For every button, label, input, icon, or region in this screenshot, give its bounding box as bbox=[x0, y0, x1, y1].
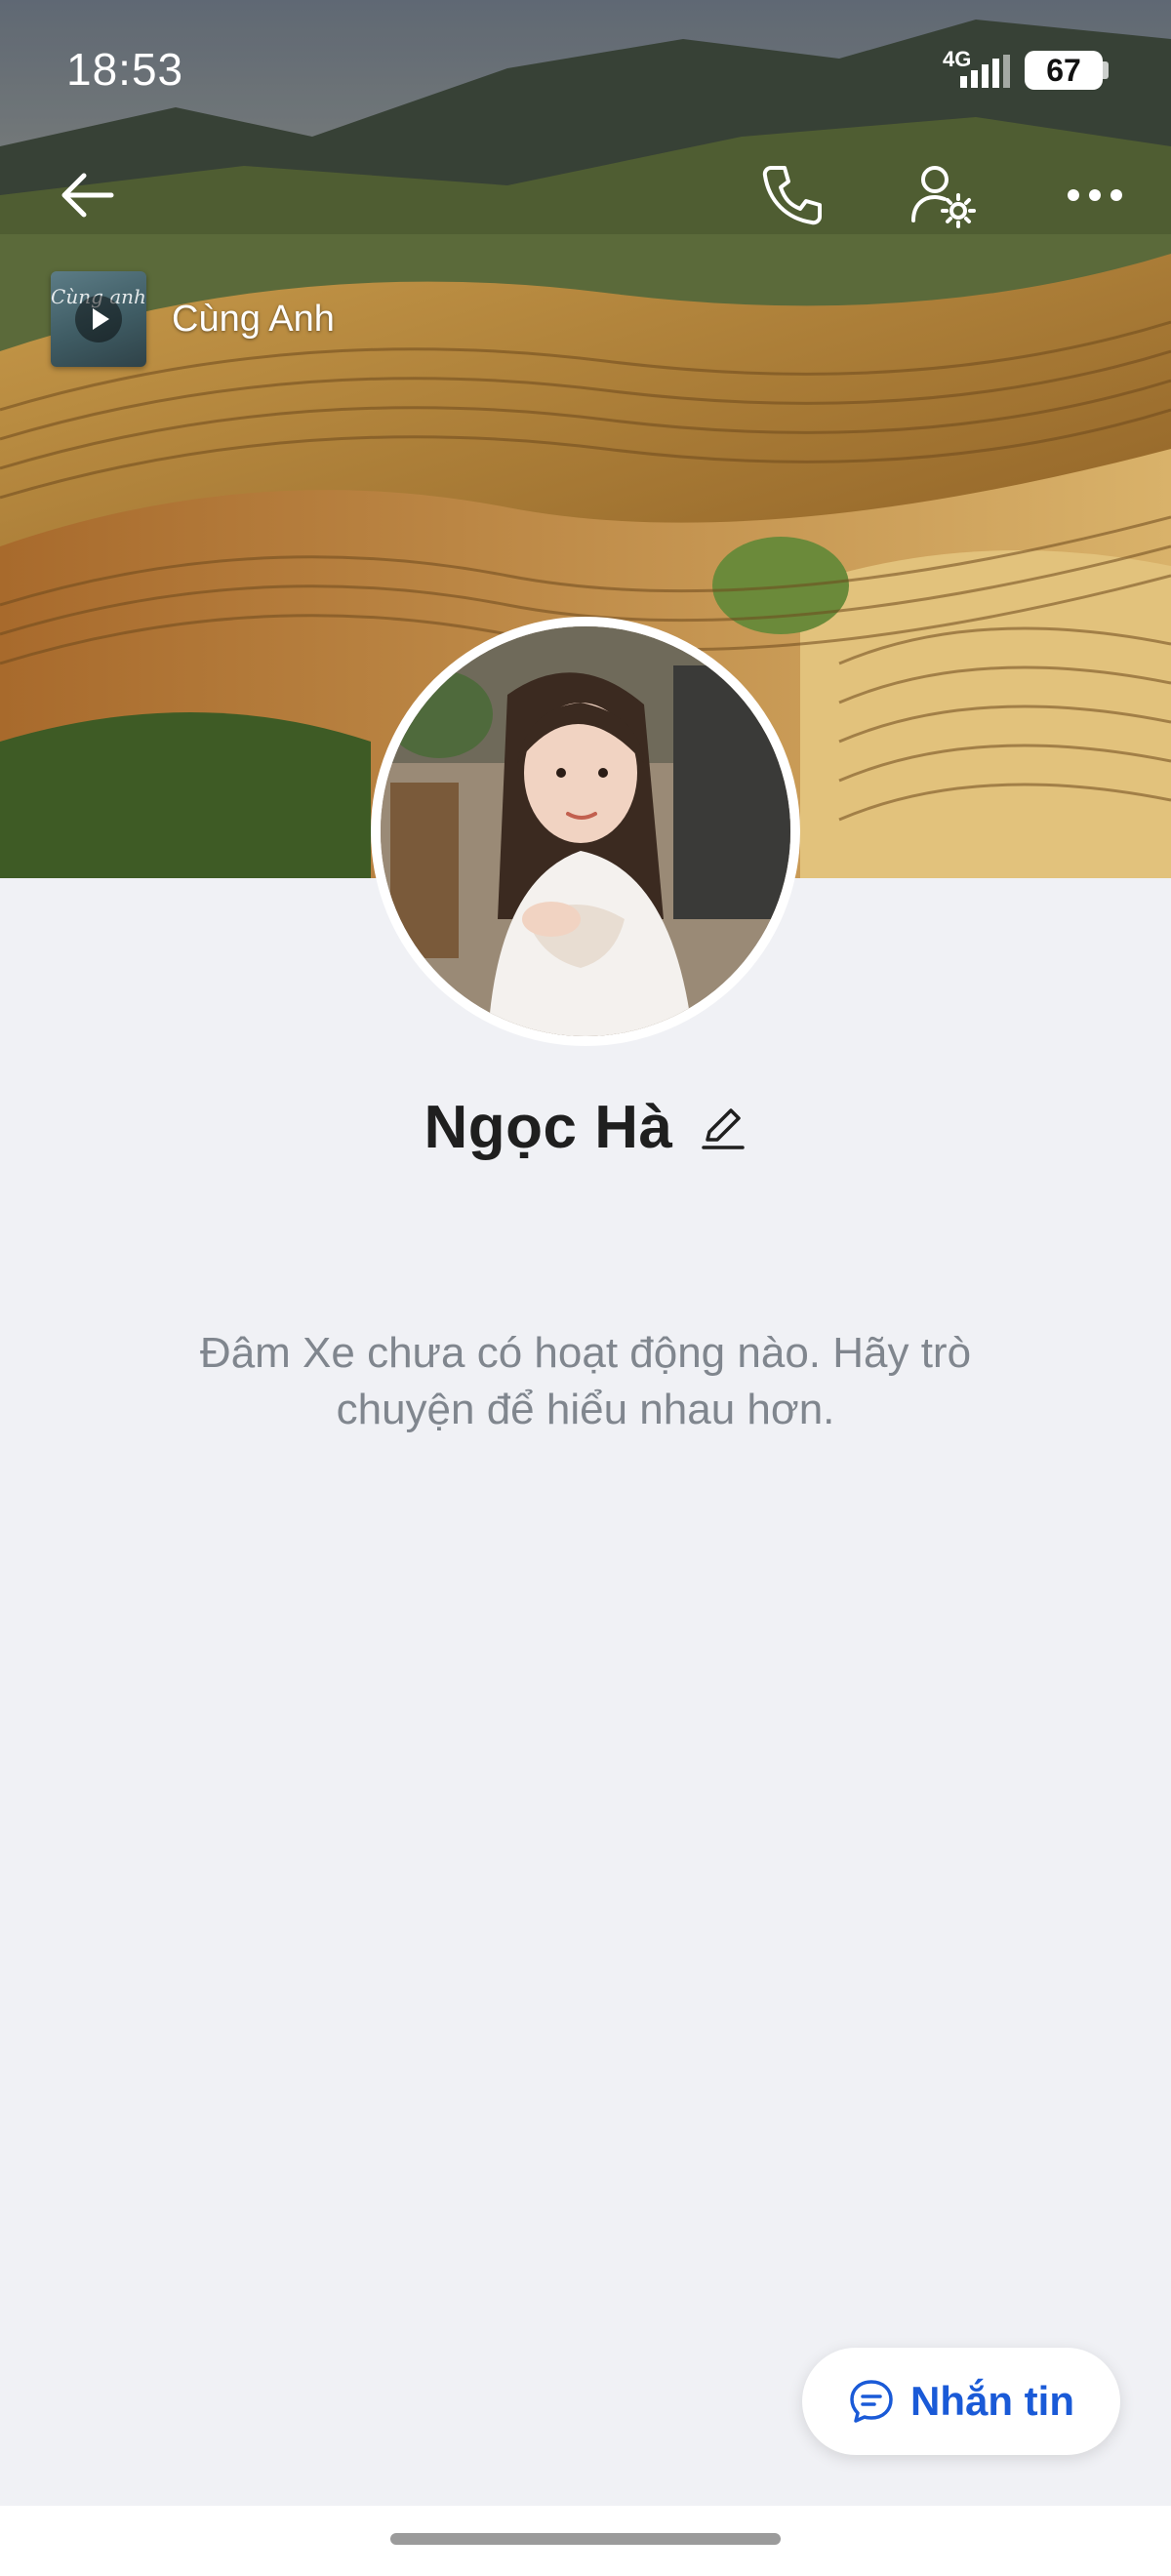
more-horizontal-icon bbox=[1068, 189, 1122, 201]
profile-screen: 18:53 4G 67 Cùng anh Cùng Anh Ngọc Hà Đâ… bbox=[0, 0, 1171, 2576]
call-button[interactable] bbox=[746, 148, 839, 242]
user-settings-icon bbox=[911, 166, 976, 228]
profile-avatar[interactable] bbox=[371, 617, 800, 1046]
music-album-thumbnail: Cùng anh bbox=[51, 271, 146, 367]
profile-settings-button[interactable] bbox=[896, 148, 989, 242]
music-title: Cùng Anh bbox=[172, 298, 335, 340]
battery-tip bbox=[1103, 61, 1109, 79]
profile-name-row: Ngọc Hà bbox=[0, 1093, 1171, 1162]
status-bar: 18:53 4G 67 bbox=[0, 0, 1171, 137]
more-options-button[interactable] bbox=[1048, 148, 1142, 242]
signal-strength-icon bbox=[960, 55, 1010, 88]
battery-icon: 67 bbox=[1025, 51, 1103, 90]
avatar-photo bbox=[381, 626, 790, 1036]
status-time: 18:53 bbox=[66, 44, 184, 95]
pencil-icon[interactable] bbox=[700, 1105, 747, 1151]
chat-bubble-icon bbox=[850, 2380, 893, 2423]
send-message-button[interactable]: Nhắn tin bbox=[802, 2348, 1120, 2455]
back-button[interactable] bbox=[41, 148, 135, 242]
home-indicator[interactable] bbox=[390, 2533, 781, 2545]
play-icon bbox=[75, 296, 122, 342]
send-message-label: Nhắn tin bbox=[910, 2378, 1074, 2424]
profile-name: Ngọc Hà bbox=[424, 1094, 673, 1161]
empty-activity-message: Đâm Xe chưa có hoạt động nào. Hãy trò ch… bbox=[199, 1329, 972, 1433]
avatar-portrait-illustration bbox=[381, 626, 790, 1036]
phone-icon bbox=[762, 166, 822, 225]
arrow-left-icon bbox=[61, 173, 114, 218]
battery-level: 67 bbox=[1046, 53, 1081, 88]
profile-music-chip[interactable]: Cùng anh Cùng Anh bbox=[51, 271, 335, 367]
